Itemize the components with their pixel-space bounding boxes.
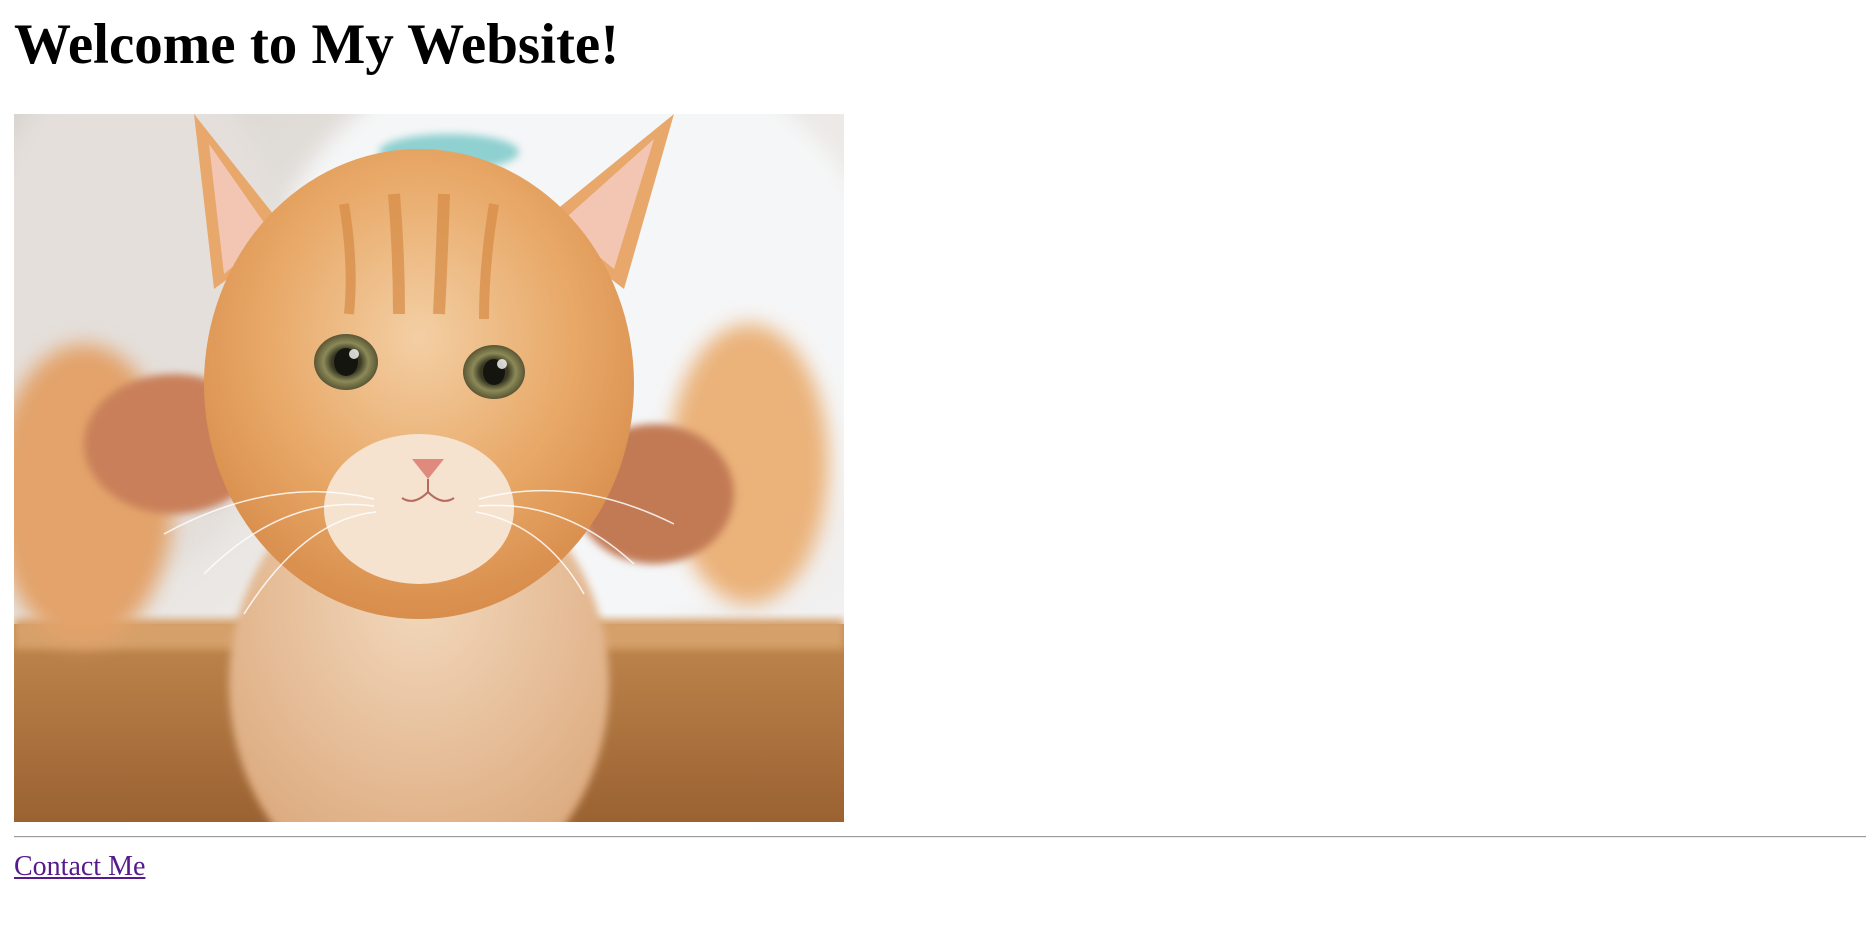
section-divider [14, 836, 1866, 838]
page-title: Welcome to My Website! [14, 13, 620, 76]
web-page: Welcome to My Website! Contact Me [0, 0, 1868, 928]
contact-me-link[interactable]: Contact Me [14, 850, 145, 884]
kitten-photo [14, 114, 844, 822]
